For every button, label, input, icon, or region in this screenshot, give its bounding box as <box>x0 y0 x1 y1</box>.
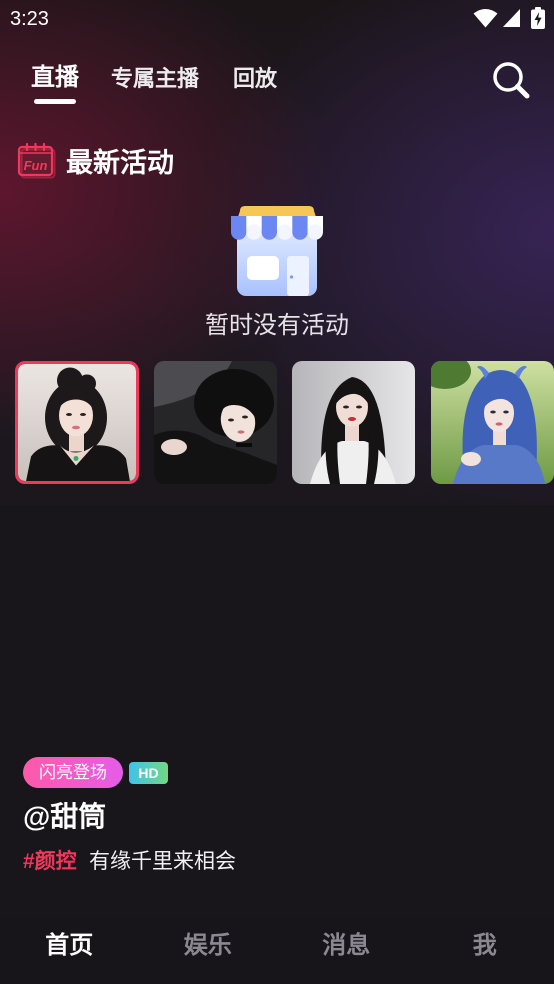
section-title-latest-activities: 最新活动 <box>66 148 174 178</box>
search-icon <box>493 62 530 99</box>
streamer-name: @甜筒 <box>23 801 107 832</box>
fun-calendar-icon: Fun <box>17 142 56 179</box>
streamer-thumbnail[interactable] <box>292 361 415 484</box>
store-icon <box>231 206 323 296</box>
nav-me[interactable]: 我 <box>416 918 554 974</box>
tab-live[interactable]: 直播 <box>31 62 79 94</box>
streamer-photo <box>431 361 554 484</box>
streamer-photo <box>292 361 415 484</box>
status-time: 3:23 <box>10 8 49 30</box>
streamer-tag: #颜控 <box>23 850 77 873</box>
bottom-nav: 首页 娱乐 消息 我 <box>0 918 554 984</box>
empty-activities-text: 暂时没有活动 <box>205 312 349 339</box>
streamer-thumbnail[interactable] <box>431 361 554 484</box>
hd-badge: HD <box>129 762 168 784</box>
battery-charging-icon <box>531 7 545 29</box>
streamer-thumbnail[interactable] <box>15 361 139 484</box>
search-button[interactable] <box>491 61 531 99</box>
signal-icon <box>503 9 520 27</box>
nav-messages[interactable]: 消息 <box>277 918 416 974</box>
active-tab-indicator <box>34 99 76 104</box>
streamer-thumbnail[interactable] <box>154 361 277 484</box>
live-preview[interactable] <box>0 505 554 918</box>
nav-entertainment[interactable]: 娱乐 <box>139 918 278 974</box>
streamer-slogan: 有缘千里来相会 <box>89 850 236 873</box>
tab-exclusive-hosts[interactable]: 专属主播 <box>111 63 199 95</box>
fun-logo-text: Fun <box>24 158 48 173</box>
streamer-photo <box>154 361 277 484</box>
wifi-icon <box>473 9 498 28</box>
nav-home[interactable]: 首页 <box>0 918 139 974</box>
streamer-photo <box>18 364 136 481</box>
tab-replay[interactable]: 回放 <box>233 63 277 95</box>
entrance-badge: 闪亮登场 <box>23 757 123 788</box>
